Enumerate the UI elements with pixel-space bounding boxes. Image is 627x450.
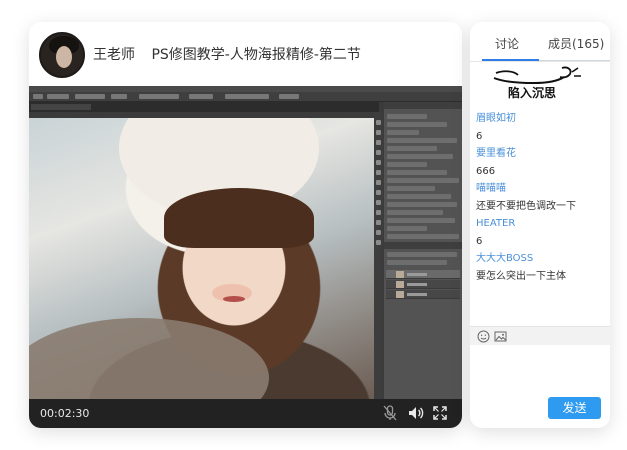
tab-members[interactable]: 成员(165)	[548, 35, 604, 52]
video-player-card: 王老师 PS修图教学-人物海报精修-第二节 00:02:30	[29, 22, 462, 428]
sticker-caption: 陷入沉思	[508, 86, 557, 100]
message-user: 眉眼如初	[476, 113, 516, 124]
chat-panel: 讨论 成员(165) 陷入沉思 眉眼如初 6 要里看花 666 喵喵喵 还要不要…	[470, 22, 610, 428]
course-title: PS修图教学-人物海报精修-第二节	[151, 47, 361, 63]
ps-options-bar	[29, 92, 462, 102]
ps-canvas-portrait	[29, 118, 375, 399]
message-text: 666	[476, 165, 496, 177]
ps-document-tab	[29, 102, 379, 112]
message-text: 还要不要把色调改一下	[476, 200, 576, 212]
teacher-name: 王老师	[93, 47, 135, 63]
video-frame-photoshop[interactable]	[29, 86, 462, 399]
teacher-info: 王老师 PS修图教学-人物海报精修-第二节	[93, 44, 361, 64]
video-controls: 00:02:30	[29, 399, 462, 428]
active-tab-indicator	[482, 59, 539, 61]
teacher-avatar[interactable]	[39, 32, 85, 78]
message-user: 大大大BOSS	[476, 253, 534, 264]
tab-divider	[539, 60, 610, 61]
tab-discussion[interactable]: 讨论	[495, 35, 519, 52]
message-text: 6	[476, 235, 483, 247]
send-button[interactable]: 发送	[548, 397, 601, 419]
message-list: 眉眼如初 6 要里看花 666 喵喵喵 还要不要把色调改一下 HEATER 6 …	[476, 110, 606, 285]
fullscreen-icon[interactable]	[431, 404, 449, 422]
ps-panels	[384, 102, 462, 399]
mic-muted-icon[interactable]	[381, 404, 399, 422]
chat-input-toolbar	[470, 326, 610, 345]
image-icon[interactable]	[494, 330, 507, 343]
ps-toolbar	[374, 112, 383, 399]
message-user: 喵喵喵	[476, 183, 506, 194]
message-text: 6	[476, 130, 483, 142]
message-user: HEATER	[476, 218, 516, 229]
message-user: 要里看花	[476, 148, 516, 159]
current-time: 00:02:30	[40, 407, 90, 420]
message-text: 要怎么突出一下主体	[476, 270, 566, 282]
chat-tabs: 讨论 成员(165)	[470, 22, 610, 62]
video-header: 王老师 PS修图教学-人物海报精修-第二节	[29, 22, 462, 86]
emoji-icon[interactable]	[477, 330, 490, 343]
volume-icon[interactable]	[407, 404, 425, 422]
